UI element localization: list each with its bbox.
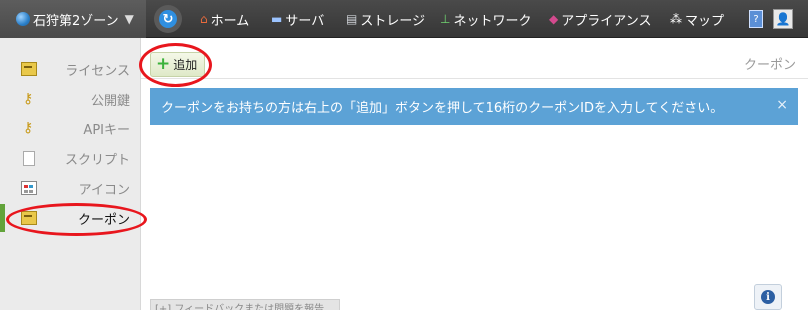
help-button[interactable]: ? bbox=[749, 10, 763, 28]
nav-map[interactable]: ⁂ マップ bbox=[670, 0, 724, 38]
sidebar-item-api-key[interactable]: ⚷ APIキー bbox=[0, 114, 141, 142]
refresh-icon: ↻ bbox=[159, 10, 177, 28]
key-icon: ⚷ bbox=[23, 91, 34, 107]
sidebar-item-icon[interactable]: アイコン bbox=[0, 174, 141, 202]
sidebar-item-license[interactable]: ライセンス bbox=[0, 55, 141, 83]
user-menu-button[interactable]: 👤 bbox=[773, 9, 793, 29]
alert-message: クーポンをお持ちの方は右上の「追加」ボタンを押して16桁のクーポンIDを入力して… bbox=[161, 101, 724, 116]
zone-selector[interactable]: 石狩第2ゾーン ▼ bbox=[0, 0, 146, 38]
refresh-button[interactable]: ↻ bbox=[154, 5, 182, 33]
close-icon[interactable]: × bbox=[776, 97, 788, 113]
nav-home[interactable]: ⌂ ホーム bbox=[200, 0, 249, 38]
sidebar-item-label: アイコン bbox=[78, 182, 130, 198]
nav-network[interactable]: ⊥ ネットワーク bbox=[440, 0, 531, 38]
sidebar-item-label: APIキー bbox=[83, 122, 130, 138]
nav-storage[interactable]: ▤ ストレージ bbox=[346, 0, 425, 38]
nav-label: ストレージ bbox=[360, 13, 426, 29]
help-icon: ? bbox=[753, 13, 759, 25]
sidebar-item-public-key[interactable]: ⚷ 公開鍵 bbox=[0, 85, 141, 113]
toolbar-divider bbox=[141, 78, 808, 79]
nav-appliance[interactable]: ◆ アプライアンス bbox=[549, 0, 651, 38]
zone-label: 石狩第2ゾーン bbox=[33, 13, 119, 29]
feedback-tab[interactable]: [+] フィードバックまたは問題を報告 bbox=[150, 299, 340, 310]
user-icon: 👤 bbox=[775, 12, 791, 26]
appliance-icon: ◆ bbox=[549, 12, 559, 26]
sidebar-item-label: スクリプト bbox=[64, 152, 130, 168]
page-title: クーポン bbox=[743, 58, 796, 73]
nav-label: ホーム bbox=[210, 13, 250, 29]
network-icon: ⊥ bbox=[440, 12, 451, 26]
sidebar-item-label: 公開鍵 bbox=[90, 93, 130, 109]
nav-label: マップ bbox=[685, 13, 725, 29]
sidebar-item-label: ライセンス bbox=[65, 63, 130, 79]
sidebar: ライセンス ⚷ 公開鍵 ⚷ APIキー スクリプト アイコン クーポン bbox=[0, 38, 141, 310]
info-icon: i bbox=[761, 290, 775, 304]
info-button[interactable]: i bbox=[754, 284, 782, 310]
annotation-ring-add bbox=[139, 43, 212, 87]
app-root: 石狩第2ゾーン ▼ ↻ ⌂ ホーム ▬ サーバ ▤ ストレージ ⊥ ネットワーク… bbox=[0, 0, 808, 310]
globe-icon bbox=[16, 12, 30, 26]
api-key-icon: ⚷ bbox=[23, 120, 34, 136]
home-icon: ⌂ bbox=[200, 12, 208, 26]
nav-label: アプライアンス bbox=[561, 13, 652, 29]
map-icon: ⁂ bbox=[670, 12, 682, 26]
nav-label: サーバ bbox=[285, 13, 325, 29]
icon-library-icon bbox=[21, 181, 37, 195]
chevron-down-icon: ▼ bbox=[124, 12, 134, 26]
script-icon bbox=[23, 151, 35, 166]
info-alert: クーポンをお持ちの方は右上の「追加」ボタンを押して16桁のクーポンIDを入力して… bbox=[150, 88, 798, 125]
annotation-ring-coupon bbox=[6, 203, 147, 236]
server-icon: ▬ bbox=[271, 12, 283, 26]
storage-icon: ▤ bbox=[346, 12, 358, 26]
sidebar-item-script[interactable]: スクリプト bbox=[0, 144, 141, 172]
nav-label: ネットワーク bbox=[453, 13, 532, 29]
top-navigation-bar: 石狩第2ゾーン ▼ ↻ ⌂ ホーム ▬ サーバ ▤ ストレージ ⊥ ネットワーク… bbox=[0, 0, 808, 38]
nav-server[interactable]: ▬ サーバ bbox=[271, 0, 324, 38]
license-icon bbox=[21, 62, 37, 76]
